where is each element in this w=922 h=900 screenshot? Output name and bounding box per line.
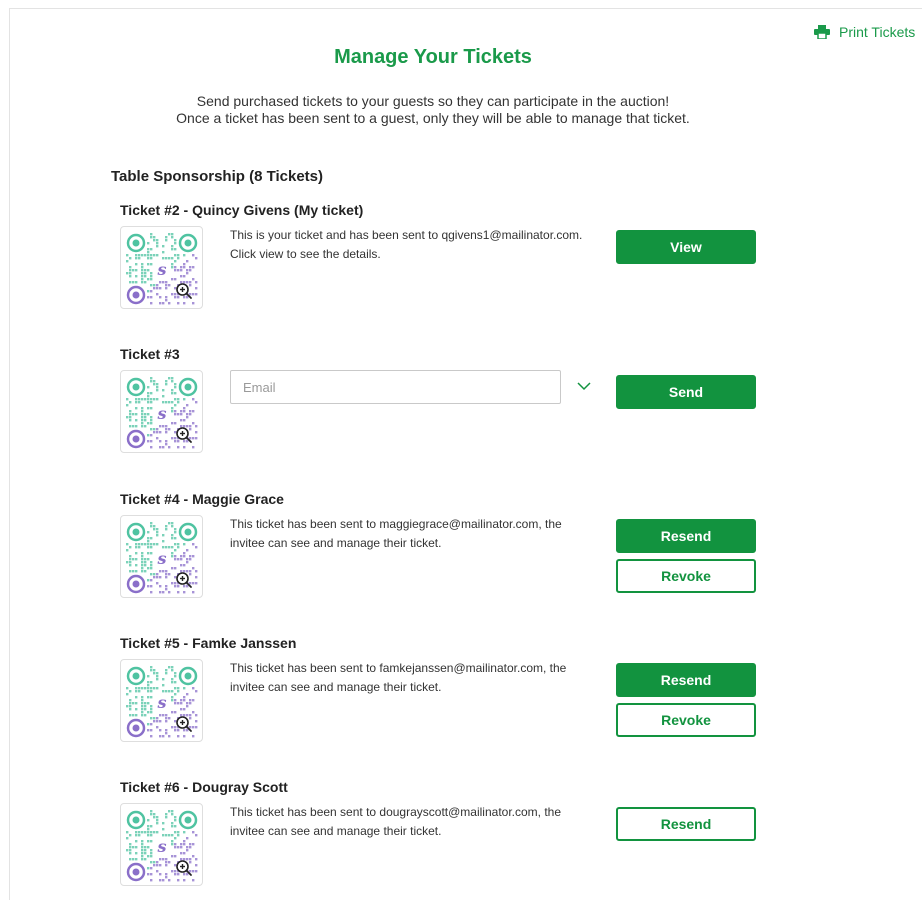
svg-text:s: s: [156, 260, 166, 279]
svg-text:s: s: [156, 549, 166, 568]
qr-code-thumbnail[interactable]: s: [120, 659, 203, 742]
intro-line-1: Send purchased tickets to your guests so…: [196, 93, 670, 109]
svg-text:s: s: [156, 693, 166, 712]
resend-button[interactable]: Resend: [616, 519, 756, 553]
svg-text:s: s: [156, 404, 166, 423]
ticket-title: Ticket #4 - Maggie Grace: [120, 491, 284, 507]
zoom-in-icon[interactable]: [175, 859, 193, 877]
ticket-card: Ticket #5 - Famke Janssen s This ticket …: [120, 635, 760, 755]
page-title: Manage Your Tickets: [334, 46, 532, 68]
ticket-title: Ticket #3: [120, 346, 180, 362]
ticket-description: This ticket has been sent to maggiegrace…: [230, 517, 562, 550]
ticket-description: This is your ticket and has been sent to…: [230, 228, 583, 261]
zoom-in-icon[interactable]: [175, 282, 193, 300]
intro-line-2: Once a ticket has been sent to a guest, …: [176, 110, 690, 126]
ticket-title: Ticket #6 - Dougray Scott: [120, 779, 288, 795]
print-tickets-link[interactable]: Print Tickets: [814, 24, 915, 40]
ticket-card: Ticket #3 s Send: [120, 346, 760, 466]
qr-code-thumbnail[interactable]: s: [120, 370, 203, 453]
ticket-card: Ticket #2 - Quincy Givens (My ticket) s …: [120, 202, 760, 322]
zoom-in-icon[interactable]: [175, 715, 193, 733]
ticket-group-title: Table Sponsorship (8 Tickets): [111, 168, 323, 185]
revoke-button[interactable]: Revoke: [616, 703, 756, 737]
ticket-description: This ticket has been sent to famkejansse…: [230, 661, 567, 694]
qr-code-thumbnail[interactable]: s: [120, 226, 203, 309]
zoom-in-icon[interactable]: [175, 426, 193, 444]
ticket-card: Ticket #4 - Maggie Grace s This ticket h…: [120, 491, 760, 611]
resend-button[interactable]: Resend: [616, 663, 756, 697]
chevron-down-icon[interactable]: [577, 381, 591, 391]
email-input[interactable]: [230, 370, 561, 404]
ticket-title: Ticket #2 - Quincy Givens (My ticket): [120, 202, 364, 218]
qr-code-thumbnail[interactable]: s: [120, 803, 203, 886]
view-button[interactable]: View: [616, 230, 756, 264]
printer-icon: [814, 25, 830, 39]
resend-button[interactable]: Resend: [616, 807, 756, 841]
intro-text: Send purchased tickets to your guests so…: [0, 93, 866, 127]
print-tickets-label: Print Tickets: [839, 24, 916, 40]
revoke-button[interactable]: Revoke: [616, 559, 756, 593]
ticket-description: This ticket has been sent to dougrayscot…: [230, 805, 562, 838]
svg-text:s: s: [156, 837, 166, 856]
ticket-title: Ticket #5 - Famke Janssen: [120, 635, 297, 651]
send-button[interactable]: Send: [616, 375, 756, 409]
qr-code-thumbnail[interactable]: s: [120, 515, 203, 598]
ticket-card: Ticket #6 - Dougray Scott s This ticket …: [120, 779, 760, 899]
zoom-in-icon[interactable]: [175, 571, 193, 589]
